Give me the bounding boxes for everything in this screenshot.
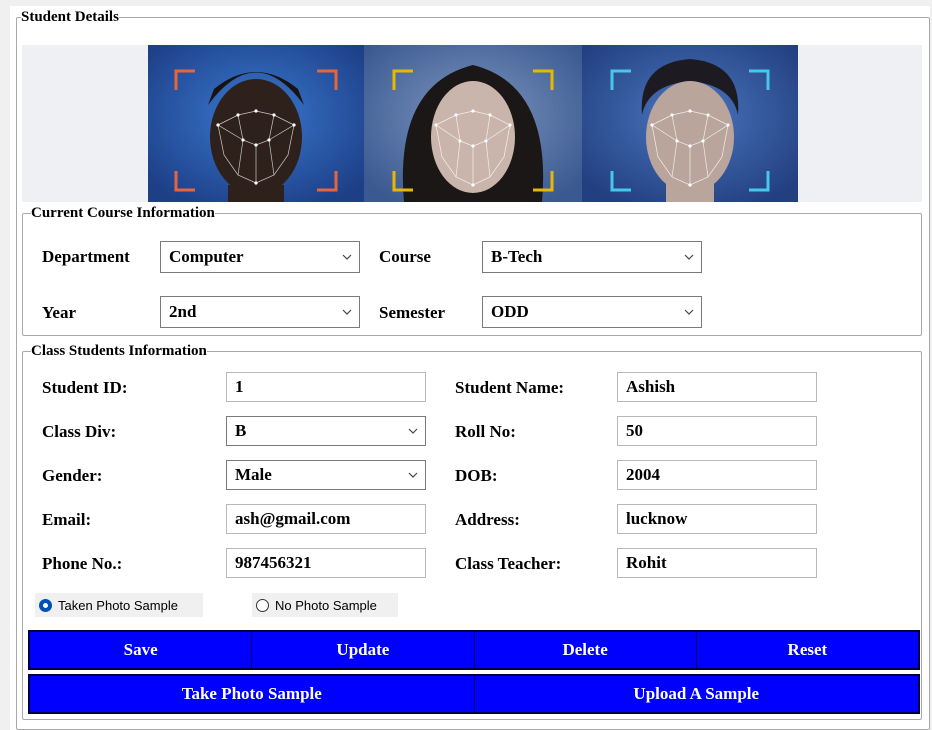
taken-photo-radio-label: Taken Photo Sample <box>58 597 178 613</box>
year-value: 2nd <box>169 302 197 321</box>
face-scan-photo-3 <box>582 45 798 202</box>
action-button-bar: Save Update Delete Reset <box>28 630 920 670</box>
chevron-down-icon <box>341 297 353 327</box>
semester-value: ODD <box>491 302 529 321</box>
address-label: Address: <box>455 510 520 529</box>
roll-no-value: 50 <box>626 421 643 440</box>
update-button[interactable]: Update <box>252 632 475 668</box>
roll-no-field[interactable]: 50 <box>617 416 817 446</box>
face-scan-photo-1 <box>148 45 364 202</box>
course-label: Course <box>379 247 431 266</box>
radio-unselected-icon <box>256 598 269 612</box>
semester-combobox[interactable]: ODD <box>482 296 702 328</box>
face-scan-photo-2 <box>364 45 582 202</box>
semester-label: Semester <box>379 303 446 322</box>
class-div-label: Class Div: <box>42 422 117 441</box>
department-value: Computer <box>169 247 244 266</box>
radio-selected-icon <box>39 598 52 612</box>
gender-label: Gender: <box>42 466 103 485</box>
year-label: Year <box>42 303 76 322</box>
dob-label: DOB: <box>455 466 498 485</box>
student-details-legend: Student Details <box>21 9 119 25</box>
class-teacher-value: Rohit <box>626 553 667 572</box>
student-name-label: Student Name: <box>455 378 565 397</box>
dob-value: 2004 <box>626 465 660 484</box>
delete-button[interactable]: Delete <box>474 632 697 668</box>
student-id-value: 1 <box>235 377 244 396</box>
course-value: B-Tech <box>491 247 543 266</box>
course-combobox[interactable]: B-Tech <box>482 241 702 273</box>
address-value: lucknow <box>626 509 688 528</box>
class-teacher-label: Class Teacher: <box>455 554 562 573</box>
email-field[interactable]: ash@gmail.com <box>226 504 426 534</box>
department-label: Department <box>42 247 130 266</box>
gender-combobox[interactable]: Male <box>226 460 426 490</box>
chevron-down-icon <box>683 297 695 327</box>
reset-button[interactable]: Reset <box>696 632 918 668</box>
student-name-value: Ashish <box>626 377 676 396</box>
no-photo-radio-label: No Photo Sample <box>275 597 377 613</box>
email-value: ash@gmail.com <box>235 509 351 528</box>
upload-sample-button[interactable]: Upload A Sample <box>474 676 918 712</box>
chevron-down-icon <box>683 242 695 272</box>
chevron-down-icon <box>407 461 419 489</box>
class-teacher-field[interactable]: Rohit <box>617 548 817 578</box>
address-field[interactable]: lucknow <box>617 504 817 534</box>
photo-button-bar: Take Photo Sample Upload A Sample <box>28 674 920 714</box>
course-info-legend: Current Course Information <box>31 205 215 221</box>
chevron-down-icon <box>407 417 419 445</box>
class-div-combobox[interactable]: B <box>226 416 426 446</box>
student-name-field[interactable]: Ashish <box>617 372 817 402</box>
phone-field[interactable]: 987456321 <box>226 548 426 578</box>
dob-field[interactable]: 2004 <box>617 460 817 490</box>
taken-photo-radio[interactable]: Taken Photo Sample <box>35 593 203 617</box>
phone-value: 987456321 <box>235 553 312 572</box>
gender-value: Male <box>235 465 272 484</box>
year-combobox[interactable]: 2nd <box>160 296 360 328</box>
class-students-legend: Class Students Information <box>31 343 207 359</box>
student-id-label: Student ID: <box>42 378 128 397</box>
no-photo-radio[interactable]: No Photo Sample <box>252 593 398 617</box>
phone-label: Phone No.: <box>42 554 123 573</box>
student-id-field[interactable]: 1 <box>226 372 426 402</box>
class-div-value: B <box>235 421 247 440</box>
department-combobox[interactable]: Computer <box>160 241 360 273</box>
roll-no-label: Roll No: <box>455 422 516 441</box>
email-label: Email: <box>42 510 92 529</box>
save-button[interactable]: Save <box>30 632 253 668</box>
chevron-down-icon <box>341 242 353 272</box>
take-photo-sample-button[interactable]: Take Photo Sample <box>30 676 475 712</box>
course-info-group: Current Course Information <box>22 206 922 336</box>
